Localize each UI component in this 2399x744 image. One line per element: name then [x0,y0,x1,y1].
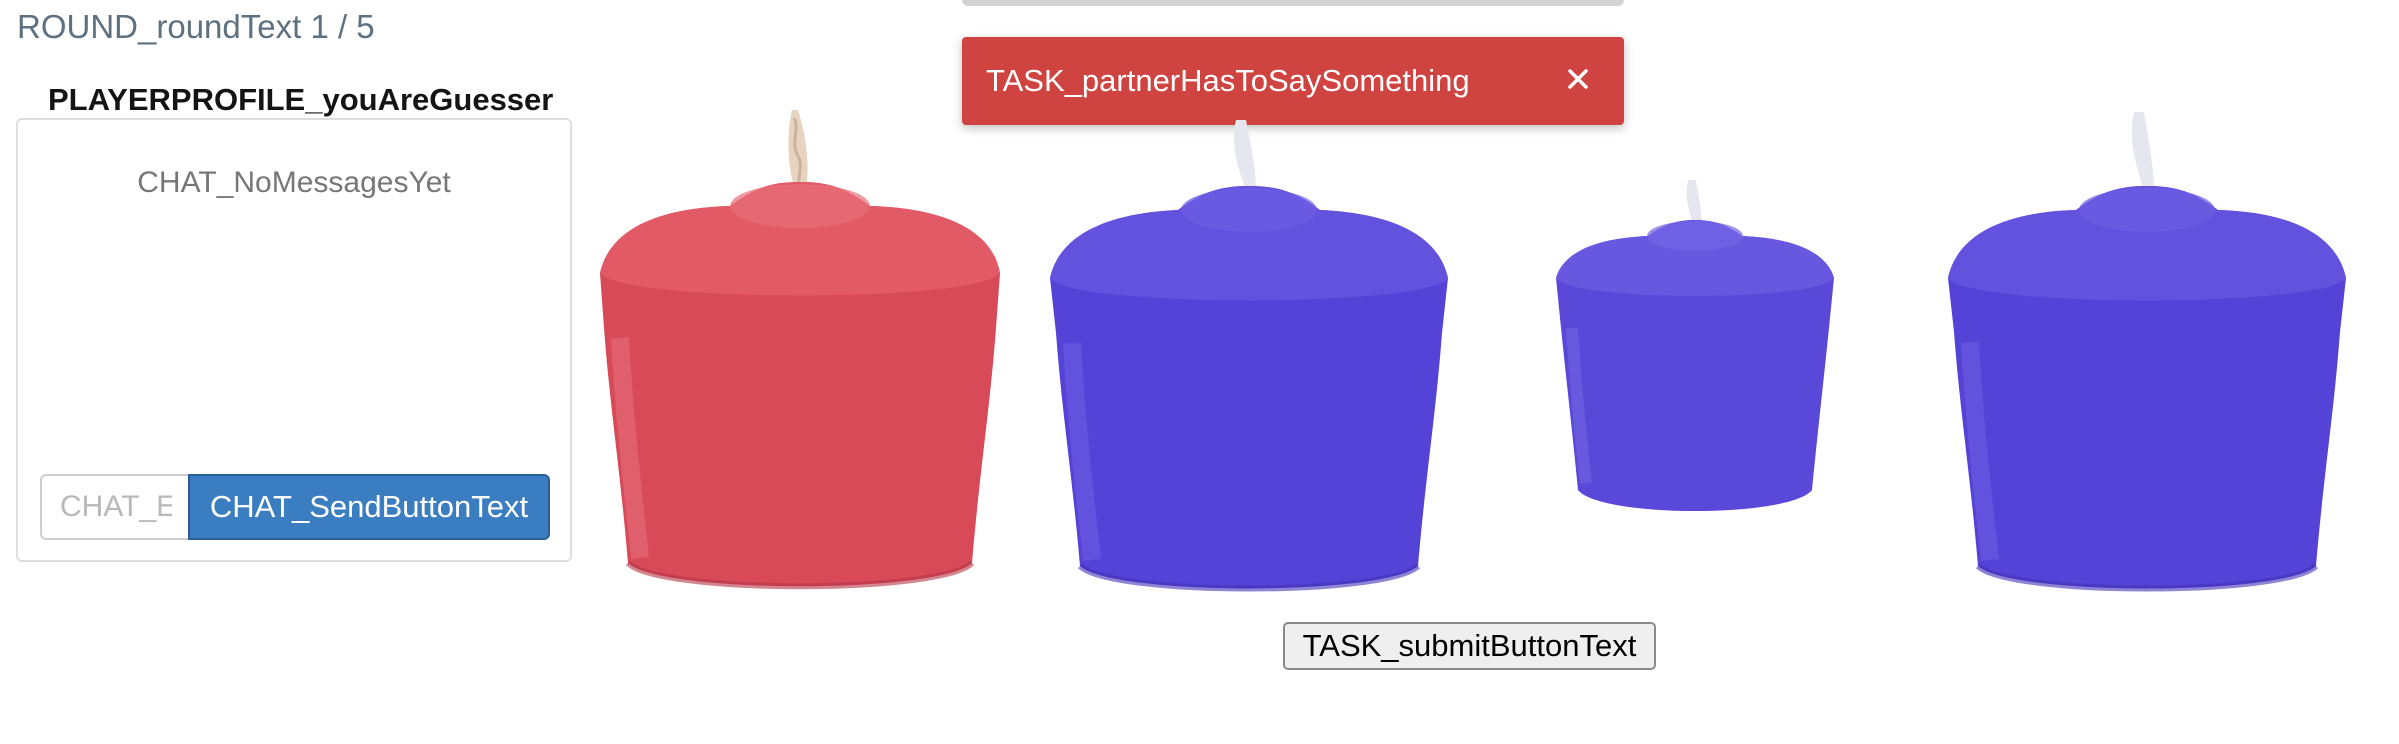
top-shade [962,0,1624,6]
chat-message-input[interactable] [40,474,190,540]
candle-image-2[interactable] [1050,118,1448,598]
notification-toast: TASK_partnerHasToSaySomething [962,37,1624,125]
round-text: ROUND_roundText 1 / 5 [17,8,375,45]
candle-image-1[interactable] [600,108,1000,596]
chat-panel: CHAT_NoMessagesYet CHAT_SendButtonText [16,118,572,562]
candle-image-4[interactable] [1948,110,2346,598]
player-role-title: PLAYERPROFILE_youAreGuesser [48,82,554,117]
chat-send-button[interactable]: CHAT_SendButtonText [188,474,550,540]
close-icon[interactable] [1558,59,1598,99]
toast-message: TASK_partnerHasToSaySomething [986,63,1470,98]
submit-button[interactable]: TASK_submitButtonText [1283,622,1656,670]
chat-empty-message: CHAT_NoMessagesYet [137,166,451,199]
candle-image-3[interactable] [1556,178,1834,518]
